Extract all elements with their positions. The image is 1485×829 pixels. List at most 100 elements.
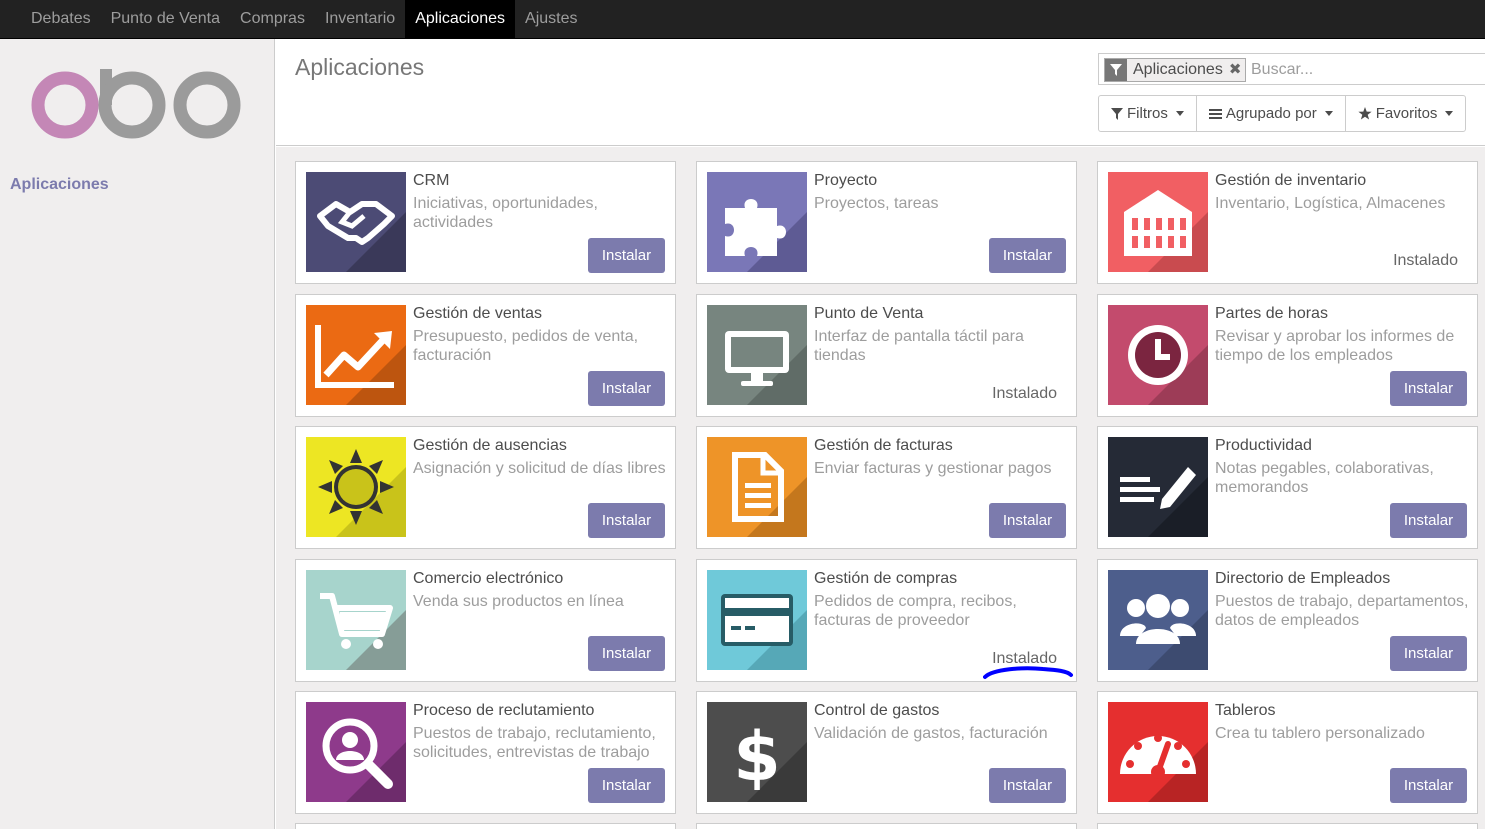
app-card-ecommerce: Comercio electrónico Venda sus productos… [295,559,676,682]
app-name: Punto de Venta [814,305,924,322]
app-summary: Revisar y aprobar los informes de tiempo… [1215,328,1455,364]
star-icon [1358,107,1372,120]
app-name: Directorio de Empleados [1215,570,1391,587]
svg-text:$: $ [733,718,780,797]
install-button[interactable]: Instalar [1390,636,1467,671]
clock-icon [1108,305,1208,405]
facet-remove-icon[interactable]: ✖ [1229,59,1246,81]
sidebar-link-aplicaciones[interactable]: Aplicaciones [10,176,109,194]
dollar-icon: $ [707,702,807,802]
puzzle-icon [707,172,807,272]
install-button[interactable]: Instalar [588,371,665,406]
filters-button[interactable]: Filtros [1098,95,1197,132]
app-name: Tableros [1215,702,1276,719]
app-card-partial [696,823,1077,829]
control-panel: Aplicaciones Aplicaciones ✖ Filtros Agru… [276,39,1485,146]
app-name: Control de gastos [814,702,940,719]
app-summary: Enviar facturas y gestionar pagos [814,460,1052,477]
notes-pencil-icon [1108,437,1208,537]
installed-label: Instalado [992,385,1057,402]
list-icon [1208,108,1222,119]
app-card-reclutamiento: Proceso de reclutamiento Puestos de trab… [295,691,676,814]
install-button[interactable]: Instalar [989,768,1066,803]
favorites-button[interactable]: Favoritos [1344,95,1467,132]
app-summary: Pedidos de compra, recibos, facturas de … [814,593,1017,629]
search-facet: Aplicaciones ✖ [1104,58,1247,82]
app-card-inventario: Gestión de inventario Inventario, Logíst… [1097,161,1478,284]
menu-item-debates[interactable]: Debates [21,0,101,38]
install-button[interactable]: Instalar [588,503,665,538]
install-button[interactable]: Instalar [588,238,665,273]
facet-label: Aplicaciones [1133,61,1223,78]
install-button[interactable]: Instalar [989,503,1066,538]
app-summary: Inventario, Logística, Almacenes [1215,195,1446,212]
app-summary: Iniciativas, oportunidades, actividades [413,195,598,231]
filter-icon [1111,107,1123,120]
app-name: Gestión de facturas [814,437,953,454]
menu-item-inventario[interactable]: Inventario [315,0,405,38]
app-name: Gestión de ventas [413,305,542,322]
app-summary: Proyectos, tareas [814,195,939,212]
people-icon [1108,570,1208,670]
installed-label: Instalado [1393,252,1458,269]
app-card-crm: CRM Iniciativas, oportunidades, activida… [295,161,676,284]
app-card-punto-de-venta: Punto de Venta Interfaz de pantalla táct… [696,294,1077,417]
favorites-label: Favoritos [1375,105,1438,122]
app-card-partes-de-horas: Partes de horas Revisar y aprobar los in… [1097,294,1478,417]
trend-chart-icon [306,305,406,405]
install-button[interactable]: Instalar [1390,768,1467,803]
filter-icon [1105,59,1127,81]
app-name: Gestión de compras [814,570,958,587]
caret-down-icon [1445,111,1454,116]
magnifier-person-icon [306,702,406,802]
app-name: Proceso de reclutamiento [413,702,595,719]
cart-icon [306,570,406,670]
app-summary: Asignación y solicitud de días libres [413,460,666,477]
install-button[interactable]: Instalar [588,636,665,671]
app-summary: Crea tu tablero personalizado [1215,725,1425,742]
page-title: Aplicaciones [295,54,425,80]
app-card-ventas: Gestión de ventas Presupuesto, pedidos d… [295,294,676,417]
app-name: Comercio electrónico [413,570,564,587]
install-button[interactable]: Instalar [588,768,665,803]
app-card-proyecto: Proyecto Proyectos, tareas Instalar [696,161,1077,284]
groupby-button[interactable]: Agrupado por [1195,95,1346,132]
left-sidebar: Aplicaciones [0,39,275,829]
warehouse-icon [1108,172,1208,272]
handshake-icon [306,172,406,272]
app-card-gastos: $ Control de gastos Validación de gastos… [696,691,1077,814]
top-menu-bar: Debates Punto de Venta Compras Inventari… [0,0,1485,39]
app-card-productividad: Productividad Notas pegables, colaborati… [1097,426,1478,549]
search-input[interactable] [1251,58,1476,82]
install-button[interactable]: Instalar [1390,371,1467,406]
document-icon [707,437,807,537]
filters-label: Filtros [1127,105,1168,122]
menu-item-punto-de-venta[interactable]: Punto de Venta [101,0,230,38]
menu-item-aplicaciones[interactable]: Aplicaciones [405,0,516,38]
app-name: Partes de horas [1215,305,1328,322]
menu-item-ajustes[interactable]: Ajustes [515,0,587,38]
app-name: CRM [413,172,450,189]
app-name: Productividad [1215,437,1312,454]
credit-card-icon [707,570,807,670]
app-name: Proyecto [814,172,878,189]
groupby-label: Agrupado por [1225,105,1317,122]
install-button[interactable]: Instalar [1390,503,1467,538]
caret-down-icon [1175,111,1184,116]
app-card-tableros: Tableros Crea tu tablero personalizado I… [1097,691,1478,814]
gauge-icon [1108,702,1208,802]
app-card-empleados: Directorio de Empleados Puestos de traba… [1097,559,1478,682]
search-options-group: Filtros Agrupado por Favoritos [1098,95,1467,132]
app-summary: Puestos de trabajo, departamentos, datos… [1215,593,1469,629]
app-card-partial [1097,823,1478,829]
install-button[interactable]: Instalar [989,238,1066,273]
monitor-icon [707,305,807,405]
menu-item-compras[interactable]: Compras [230,0,315,38]
main-menu: Debates Punto de Venta Compras Inventari… [0,0,1485,38]
app-summary: Presupuesto, pedidos de venta, facturaci… [413,328,639,364]
app-summary: Interfaz de pantalla táctil para tiendas [814,328,1024,364]
caret-down-icon [1324,111,1333,116]
app-name: Gestión de inventario [1215,172,1367,189]
app-summary: Validación de gastos, facturación [814,725,1048,742]
odoo-logo [30,69,242,139]
